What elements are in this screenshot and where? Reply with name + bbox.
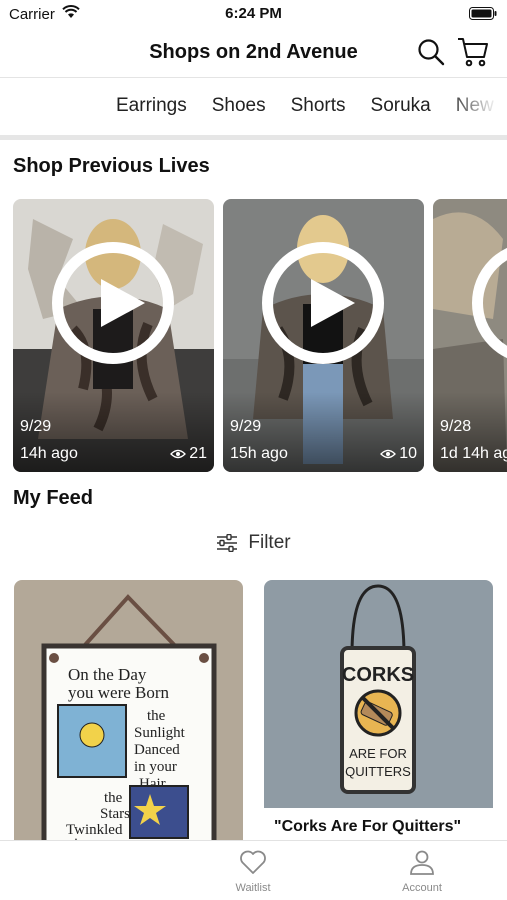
category-tab[interactable]: Shorts — [291, 95, 346, 117]
plaque-line: On the Day — [68, 665, 147, 684]
plaque-line: you were Born — [68, 683, 170, 702]
live-date: 9/29 — [230, 418, 262, 435]
my-feed-title: My Feed — [13, 487, 94, 509]
tab-account[interactable]: Account — [372, 849, 472, 894]
nav-header: Shops on 2nd Avenue — [0, 28, 507, 78]
view-count: 10 — [380, 445, 417, 463]
clock: 6:24 PM — [225, 5, 282, 22]
plaque-line: Sunlight — [134, 725, 186, 741]
category-tab[interactable]: Soruka — [371, 95, 431, 117]
filter-button[interactable]: Filter — [0, 532, 507, 554]
heart-icon — [240, 850, 266, 874]
tab-account-label: Account — [402, 882, 442, 894]
live-card[interactable]: 9/28 1d 14h ago — [433, 199, 507, 472]
plaque-line: in your — [134, 759, 177, 775]
tab-bar: Waitlist Account — [0, 840, 507, 900]
live-date: 9/28 — [440, 418, 472, 435]
tab-waitlist-label: Waitlist — [235, 882, 271, 894]
plaque-line: ARE FOR — [349, 746, 407, 761]
section-divider — [0, 135, 507, 140]
live-card[interactable]: 9/29 14h ago 21 — [13, 199, 214, 472]
search-icon[interactable] — [417, 38, 445, 66]
play-icon[interactable] — [52, 242, 174, 364]
fade-overlay — [447, 79, 507, 135]
live-date: 9/29 — [20, 418, 52, 435]
live-ago: 14h ago — [20, 445, 78, 462]
live-ago: 15h ago — [230, 445, 288, 462]
previous-lives-carousel[interactable]: 9/29 14h ago 21 9/29 15h ago 10 9/28 1d … — [13, 199, 507, 472]
filter-label: Filter — [248, 532, 291, 553]
play-icon[interactable] — [262, 242, 384, 364]
category-tab[interactable]: Earrings — [116, 95, 187, 117]
feed-card[interactable]: CORKS ARE FOR QUITTERS "Corks Are For Qu… — [264, 580, 493, 850]
plaque-line: Danced — [134, 742, 180, 758]
product-image: On the Day you were Born the Sunlight Da… — [41, 594, 217, 850]
eye-icon — [170, 449, 187, 459]
view-count-value: 21 — [189, 445, 207, 462]
plaque-line: the — [104, 790, 123, 806]
eye-icon — [380, 449, 397, 459]
view-count-value: 10 — [399, 445, 417, 462]
tab-waitlist[interactable]: Waitlist — [203, 849, 303, 894]
battery-icon — [469, 7, 497, 20]
live-ago: 1d 14h ago — [440, 445, 507, 462]
plaque-line: Stars — [100, 806, 130, 822]
feed-card[interactable]: On the Day you were Born the Sunlight Da… — [14, 580, 243, 850]
plaque-line: the — [147, 708, 166, 724]
previous-lives-title: Shop Previous Lives — [13, 155, 210, 177]
plaque-line: CORKS — [342, 664, 414, 686]
view-count: 21 — [170, 445, 207, 463]
status-bar: Carrier 6:24 PM — [0, 0, 507, 28]
sliders-icon — [217, 534, 238, 552]
category-scroller[interactable]: EarringsShoesShortsSorukaNew — [0, 79, 507, 135]
category-tab[interactable]: Shoes — [212, 95, 266, 117]
cart-icon[interactable] — [457, 37, 489, 67]
live-card[interactable]: 9/29 15h ago 10 — [223, 199, 424, 472]
plaque-line: QUITTERS — [345, 764, 411, 779]
person-icon — [410, 850, 434, 875]
